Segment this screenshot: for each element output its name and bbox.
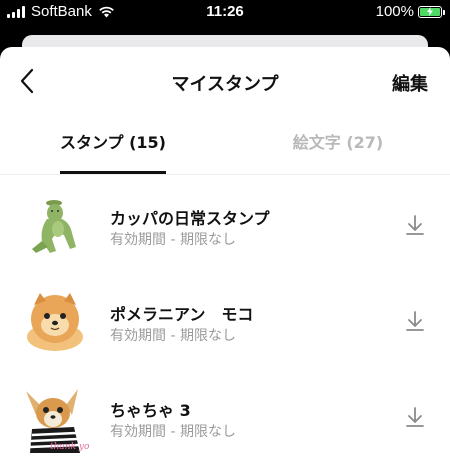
- stamp-period: 有効期間 - 期限なし: [110, 232, 236, 248]
- battery-fill: [420, 7, 440, 16]
- page-title: マイスタンプ: [171, 74, 279, 95]
- stamp-period: 有効期間 - 期限なし: [110, 424, 236, 440]
- active-tab-indicator: [60, 171, 166, 174]
- nav-bar: マイスタンプ 編集: [0, 47, 450, 115]
- kappa-sticker-image: [32, 200, 76, 253]
- thank-you-text: thank you!: [50, 442, 90, 452]
- tab-bar: スタンプ (15) 絵文字 (27): [0, 129, 450, 175]
- stamp-row-chacha[interactable]: thank you! ちゃちゃ 3 有効期間 - 期限なし: [0, 367, 450, 463]
- download-icon[interactable]: [404, 406, 426, 428]
- my-stamps-sheet: マイスタンプ 編集 スタンプ (15) 絵文字 (27) カッパの日常スタンプ …: [0, 47, 450, 467]
- tab-stamps-label: スタンプ (15): [60, 133, 166, 152]
- tab-emoji-label: 絵文字 (27): [292, 133, 384, 152]
- download-icon[interactable]: [404, 214, 426, 236]
- stamp-name: ちゃちゃ 3: [110, 401, 191, 420]
- stamp-row-pomeranian[interactable]: ポメラニアン モコ 有効期間 - 期限なし: [0, 271, 450, 367]
- status-bar: SoftBank 11:26 100%: [0, 0, 450, 26]
- stamp-period: 有効期間 - 期限なし: [110, 328, 236, 344]
- battery-icon: [418, 5, 445, 18]
- tab-stamps[interactable]: スタンプ (15): [60, 129, 166, 174]
- download-icon[interactable]: [404, 310, 426, 332]
- edit-button[interactable]: 編集: [392, 70, 428, 96]
- chihuahua-sticker-image: thank you!: [26, 389, 90, 453]
- stamp-name: カッパの日常スタンプ: [110, 209, 270, 228]
- pomeranian-sticker-image: [27, 293, 83, 351]
- charging-bolt-icon: [427, 7, 433, 16]
- tab-emoji[interactable]: 絵文字 (27): [285, 129, 391, 174]
- stamp-row-kappa[interactable]: カッパの日常スタンプ 有効期間 - 期限なし: [0, 175, 450, 271]
- battery-percent: 100%: [375, 3, 414, 20]
- stamp-name: ポメラニアン モコ: [110, 305, 254, 324]
- status-right: 100%: [375, 3, 445, 20]
